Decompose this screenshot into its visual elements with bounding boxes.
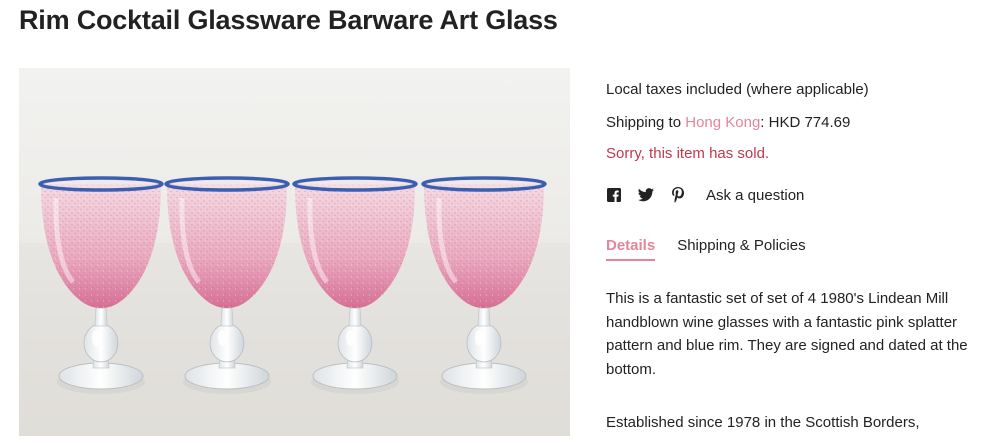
pinterest-icon[interactable] — [670, 187, 686, 203]
shipping-location-link[interactable]: Hong Kong — [685, 114, 760, 131]
product-image[interactable] — [19, 68, 570, 436]
glasses-illustration — [19, 68, 570, 436]
share-bar: Ask a question — [606, 184, 804, 206]
twitter-icon[interactable] — [638, 187, 654, 203]
tab-shipping-policies[interactable]: Shipping & Policies — [677, 237, 805, 261]
info-tabs: Details Shipping & Policies — [606, 237, 828, 261]
shipping-cost: : HKD 774.69 — [760, 114, 851, 131]
tab-details[interactable]: Details — [606, 237, 656, 261]
shipping-prefix: Shipping to — [606, 114, 686, 131]
ask-question-link[interactable]: Ask a question — [706, 187, 804, 204]
taxes-note: Local taxes included (where applicable) — [606, 81, 869, 98]
sold-notice: Sorry, this item has sold. — [606, 145, 770, 162]
description-paragraph: This is a fantastic set of set of 4 1980… — [606, 290, 968, 378]
facebook-icon[interactable] — [606, 187, 622, 203]
product-title: Rim Cocktail Glassware Barware Art Glass — [19, 5, 558, 35]
description-paragraph-2: Established since 1978 in the Scottish B… — [606, 414, 920, 431]
shipping-line: Shipping to Hong Kong: HKD 774.69 — [606, 114, 850, 131]
